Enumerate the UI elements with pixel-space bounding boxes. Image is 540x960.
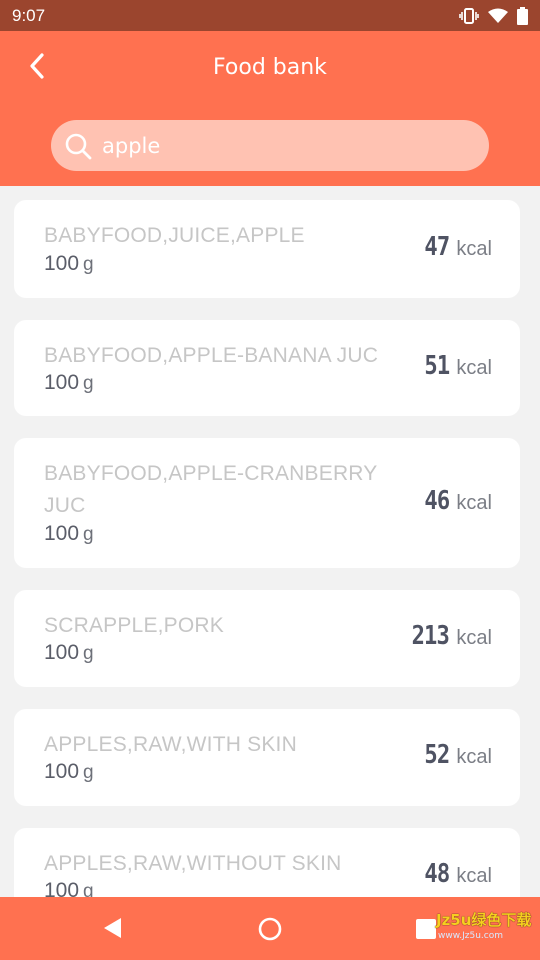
kcal-value: 51 — [424, 351, 451, 381]
kcal-value: 48 — [424, 859, 451, 889]
watermark-url: www.Jz5u.com — [438, 931, 504, 941]
food-kcal: 46 kcal — [420, 486, 492, 516]
food-name: APPLES,RAW,WITHOUT SKIN — [44, 852, 342, 875]
food-list: BABYFOOD,JUICE,APPLE 100 g 47 kcal BABYFO… — [0, 186, 540, 897]
kcal-unit: kcal — [456, 357, 492, 379]
kcal-unit: kcal — [456, 492, 492, 514]
status-bar: 9:07 — [0, 0, 540, 31]
food-kcal: 213 kcal — [405, 621, 492, 651]
food-kcal: 52 kcal — [420, 740, 492, 770]
portion-amount: 100 — [44, 641, 80, 664]
portion-unit: g — [83, 254, 94, 275]
portion-amount: 100 — [44, 252, 80, 275]
food-name: BABYFOOD,JUICE,APPLE — [44, 224, 305, 247]
food-kcal: 51 kcal — [420, 351, 492, 381]
food-portion: 100 g — [44, 371, 94, 395]
food-name: BABYFOOD,APPLE-BANANA JUC — [44, 344, 379, 367]
portion-amount: 100 — [44, 760, 80, 783]
kcal-unit: kcal — [456, 238, 492, 260]
app-header: Food bank — [0, 31, 540, 186]
search-box[interactable] — [51, 120, 489, 171]
food-item[interactable]: APPLES,RAW,WITHOUT SKIN 100 g 48 kcal — [14, 828, 520, 897]
food-item[interactable]: BABYFOOD,APPLE-BANANA JUC 100 g 51 kcal — [14, 320, 520, 416]
watermark-logo: Jz5u绿色下载 — [436, 911, 532, 929]
watermark: Jz5u绿色下载 www.Jz5u.com — [436, 913, 536, 953]
battery-icon — [517, 6, 528, 25]
kcal-value: 46 — [424, 486, 451, 516]
portion-unit: g — [83, 762, 94, 783]
food-item[interactable]: SCRAPPLE,PORK 100 g 213 kcal — [14, 590, 520, 687]
food-item[interactable]: BABYFOOD,JUICE,APPLE 100 g 47 kcal — [14, 200, 520, 298]
kcal-unit: kcal — [456, 627, 492, 649]
food-item[interactable]: BABYFOOD,APPLE-CRANBERRY JUC 100 g 46 kca… — [14, 438, 520, 568]
wifi-icon — [488, 8, 508, 24]
food-portion: 100 g — [44, 641, 94, 665]
kcal-value: 52 — [424, 740, 451, 770]
portion-amount: 100 — [44, 879, 80, 897]
nav-home-icon[interactable] — [257, 916, 283, 946]
kcal-unit: kcal — [456, 865, 492, 887]
portion-unit: g — [83, 643, 94, 664]
nav-back-icon[interactable] — [101, 916, 123, 944]
portion-unit: g — [83, 373, 94, 394]
page-title: Food bank — [213, 55, 327, 80]
food-portion: 100 g — [44, 760, 94, 784]
portion-amount: 100 — [44, 522, 80, 545]
food-portion: 100 g — [44, 522, 94, 546]
kcal-unit: kcal — [456, 746, 492, 768]
food-portion: 100 g — [44, 252, 94, 276]
portion-unit: g — [83, 524, 94, 545]
food-name: APPLES,RAW,WITH SKIN — [44, 733, 297, 756]
food-name: BABYFOOD,APPLE-CRANBERRY JUC — [44, 462, 378, 517]
vibrate-icon — [459, 7, 479, 25]
portion-unit: g — [83, 881, 94, 897]
portion-amount: 100 — [44, 371, 80, 394]
food-name: SCRAPPLE,PORK — [44, 614, 224, 637]
status-time: 9:07 — [12, 5, 46, 25]
food-kcal: 48 kcal — [420, 859, 492, 889]
food-portion: 100 g — [44, 879, 94, 897]
status-icons — [459, 6, 528, 25]
kcal-value: 47 — [424, 232, 451, 262]
search-icon — [63, 131, 93, 161]
food-item[interactable]: APPLES,RAW,WITH SKIN 100 g 52 kcal — [14, 709, 520, 806]
search-input[interactable] — [102, 133, 462, 158]
nav-recents-icon[interactable] — [415, 918, 437, 944]
kcal-value: 213 — [412, 621, 450, 651]
food-kcal: 47 kcal — [420, 232, 492, 262]
